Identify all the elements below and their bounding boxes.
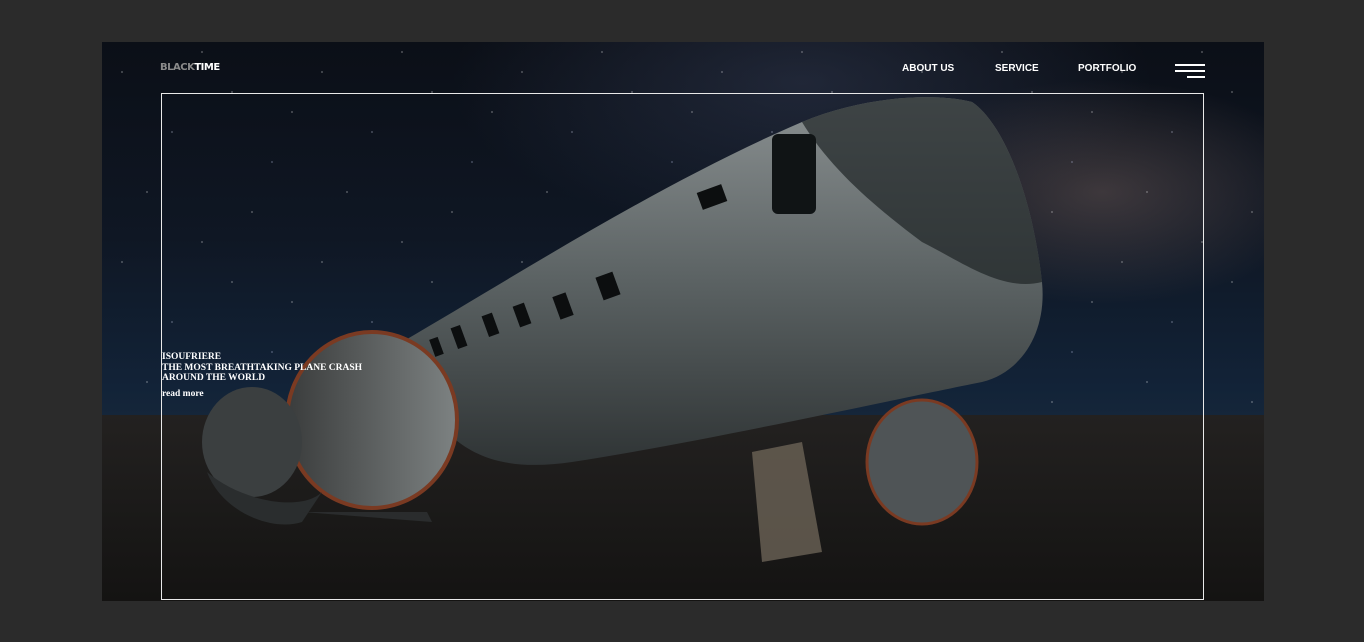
brand-logo-part1: BLACK	[160, 62, 195, 73]
read-more-link[interactable]: read more	[162, 389, 204, 399]
brand-logo-part2: TIME	[194, 62, 220, 73]
brand-logo[interactable]: BLACKTIME	[160, 62, 220, 73]
hamburger-menu-icon[interactable]	[1175, 64, 1205, 82]
nav-service[interactable]: SERVICE	[995, 63, 1039, 74]
hero-headline-line2: AROUND THE WORLD	[162, 373, 266, 383]
hero-kicker: ISOUFRIERE	[162, 352, 222, 362]
nav-portfolio[interactable]: PORTFOLIO	[1078, 63, 1136, 74]
hero-headline-line1: THE MOST BREATHTAKING PLANE CRASH	[162, 362, 363, 373]
hero-frame-border	[161, 93, 1204, 600]
nav-about-us[interactable]: ABOUT US	[902, 63, 954, 74]
hero-caption: ISOUFRIERE THE MOST BREATHTAKING PLANE C…	[162, 352, 362, 384]
